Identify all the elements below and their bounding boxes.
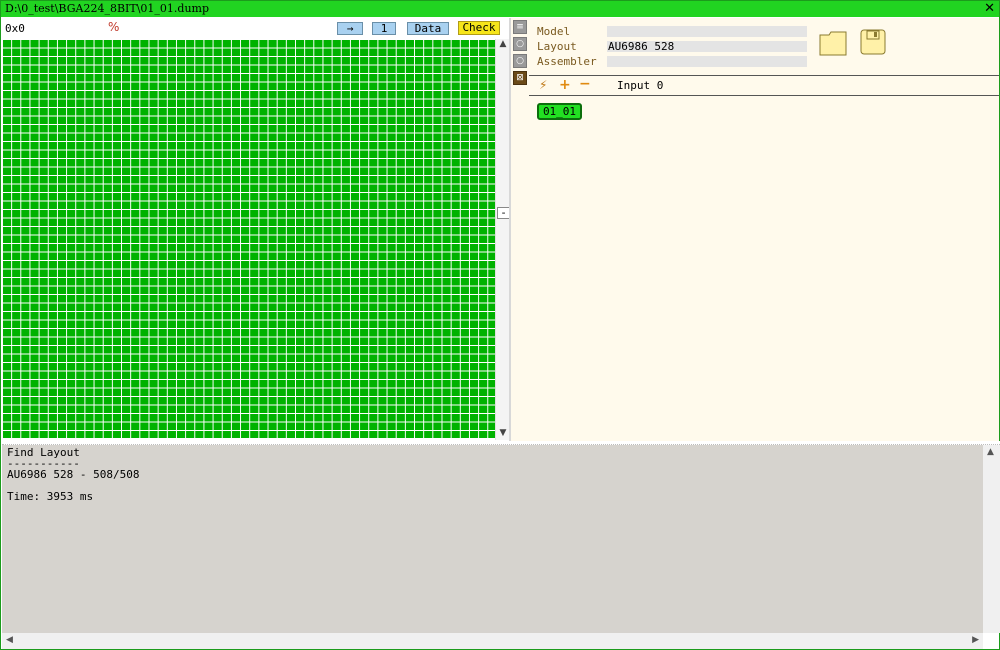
remove-icon[interactable]: −: [579, 76, 591, 92]
scroll-right-icon[interactable]: ▶: [972, 635, 979, 645]
data-button[interactable]: Data: [407, 22, 449, 35]
layout-label: Layout: [537, 40, 577, 53]
dump-chip[interactable]: 01_01: [537, 103, 582, 120]
log-line: Time: 3953 ms: [7, 490, 94, 503]
scroll-up-icon[interactable]: ▲: [496, 39, 510, 52]
open-folder-icon[interactable]: [819, 30, 847, 56]
lightning-icon[interactable]: ⚡: [539, 78, 547, 92]
window-title: D:\0_test\BGA224_8BIT\01_01.dump: [5, 2, 210, 15]
address-input[interactable]: [3, 21, 96, 35]
close-icon[interactable]: ✕: [984, 1, 995, 16]
grid-vertical-scrollbar[interactable]: ▲ - ▼: [495, 39, 510, 440]
console-horizontal-scrollbar[interactable]: ◀ ▶: [2, 633, 983, 649]
log-console[interactable]: Find Layout ----------- AU6986 528 - 508…: [2, 445, 983, 633]
list-icon[interactable]: ≡: [513, 20, 527, 34]
block-map-grid[interactable]: [2, 39, 495, 438]
add-icon[interactable]: +: [559, 77, 571, 93]
scroll-left-icon[interactable]: ◀: [6, 635, 13, 645]
bulb-icon[interactable]: ○: [513, 37, 527, 51]
save-icon[interactable]: [860, 29, 886, 55]
app-window: D:\0_test\BGA224_8BIT\01_01.dump ✕ % → 1…: [0, 0, 1000, 650]
bulb-icon[interactable]: ○: [513, 54, 527, 68]
count-button[interactable]: 1: [372, 22, 396, 35]
go-arrow-button[interactable]: →: [337, 22, 363, 35]
input-label: Input 0: [617, 79, 664, 92]
log-line: Find Layout: [7, 446, 80, 459]
model-field[interactable]: [607, 26, 807, 37]
side-toolbar: ≡ ○ ○ ⊠: [513, 20, 529, 88]
assembler-label: Assembler: [537, 55, 597, 68]
assembler-field[interactable]: [607, 56, 807, 67]
info-panel: ≡ ○ ○ ⊠ Model Layout AU6986 528 Assemble…: [511, 18, 999, 441]
title-bar[interactable]: D:\0_test\BGA224_8BIT\01_01.dump ✕: [1, 1, 999, 17]
log-line: -----------: [7, 457, 80, 470]
scroll-down-icon[interactable]: ▼: [496, 428, 510, 440]
log-line: AU6986 528 - 508/508: [7, 468, 140, 481]
layout-field[interactable]: AU6986 528: [607, 41, 807, 52]
map-icon[interactable]: ⊠: [513, 71, 527, 85]
console-vertical-scrollbar[interactable]: ▲: [983, 445, 1000, 633]
scroll-up-icon[interactable]: ▲: [987, 447, 994, 457]
percent-icon[interactable]: %: [108, 20, 119, 34]
input-toolbar: ⚡ + − Input 0: [529, 75, 999, 96]
check-button[interactable]: Check: [458, 21, 500, 35]
model-label: Model: [537, 25, 571, 38]
